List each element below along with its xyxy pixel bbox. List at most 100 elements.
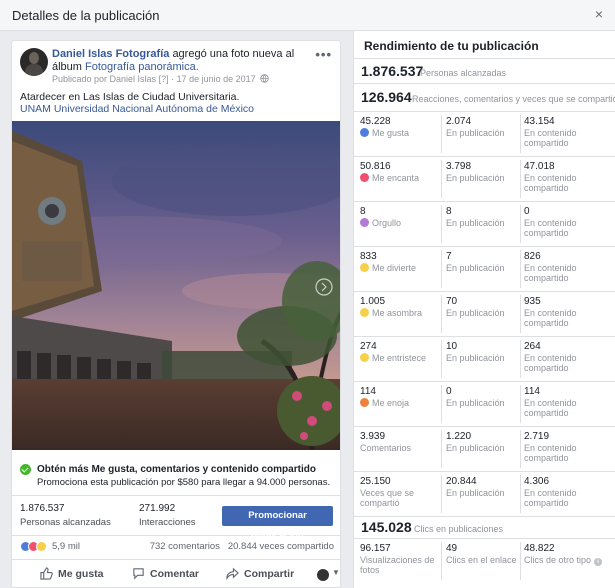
- reactions-count[interactable]: 5,9 mil: [52, 541, 80, 552]
- like-label: Me gusta: [58, 568, 104, 580]
- reaction-total: 3.939: [360, 431, 386, 442]
- reaction-name-text: Veces que se compartió: [360, 488, 415, 508]
- on-shared-label: En contenido compartido: [524, 263, 577, 283]
- album-link[interactable]: Fotografía panorámica.: [85, 61, 199, 73]
- reaction-emoji-icon: [360, 398, 369, 407]
- on-post-value: 7: [446, 251, 452, 262]
- reaction-total: 25.150: [360, 476, 391, 487]
- reaction-emoji-icon: [360, 263, 369, 272]
- on-shared-label: En contenido compartido: [524, 398, 577, 418]
- insights-title: Rendimiento de tu publicación: [364, 39, 539, 53]
- promo-title: Obtén más Me gusta, comentarios y conten…: [37, 464, 316, 475]
- on-shared-label: En contenido compartido: [524, 443, 577, 463]
- caption-link[interactable]: UNAM Universidad Nacional Autónoma de Mé…: [20, 103, 254, 115]
- interactions-value: 271.992: [139, 503, 176, 514]
- on-shared-value: 4.306: [524, 476, 550, 487]
- author-name-link[interactable]: Daniel Islas Fotografía: [52, 48, 169, 60]
- clicks-value: 145.028: [361, 519, 412, 535]
- on-shared-value: 264: [524, 341, 541, 352]
- on-shared-value: 47.018: [524, 161, 555, 172]
- link-clicks-value: 49: [446, 543, 458, 554]
- reactions-summary: 5,9 mil 732 comentarios 20.844 veces com…: [12, 538, 340, 558]
- reaction-total: 114: [360, 386, 376, 397]
- comments-count[interactable]: 732 comentarios: [150, 541, 220, 552]
- post-photo[interactable]: [12, 121, 340, 450]
- post-date[interactable]: 17 de junio de 2017: [177, 74, 256, 84]
- on-shared-label: En contenido compartido: [524, 128, 577, 148]
- info-icon[interactable]: i: [594, 558, 603, 566]
- promote-post-button[interactable]: Promocionar publicación: [222, 506, 333, 541]
- on-post-label: En publicación: [446, 218, 505, 228]
- on-shared-value: 0: [524, 206, 530, 217]
- reaction-name: Me encanta: [360, 173, 438, 183]
- post-meta: Publicado por Daniel Islas [?] · 17 de j…: [52, 74, 269, 84]
- check-icon: [20, 464, 31, 475]
- reaction-row: 1.005 Me asombra 70 En publicación 935 E…: [354, 292, 615, 337]
- reaction-total: 45.228: [360, 116, 391, 127]
- comment-icon: [132, 568, 150, 580]
- on-post-value: 20.844: [446, 476, 477, 487]
- post-card: Daniel Islas Fotografía agregó una foto …: [11, 40, 341, 588]
- share-label: Compartir: [244, 568, 295, 580]
- like-button[interactable]: Me gusta: [40, 567, 104, 580]
- reaction-name-text: Me entristece: [372, 353, 427, 363]
- engagement-value: 126.964: [361, 89, 412, 105]
- reaction-emoji-icon: [360, 353, 369, 362]
- reaction-name: Me entristece: [360, 353, 438, 363]
- on-post-label: En publicación: [446, 263, 505, 273]
- post-stats: 1.876.537 Personas alcanzadas 271.992 In…: [12, 498, 340, 541]
- share-as-avatar[interactable]: [317, 569, 329, 581]
- on-shared-label: En contenido compartido: [524, 173, 577, 193]
- reaction-row: 833 Me divierte 7 En publicación 826 En …: [354, 247, 615, 292]
- reaction-total: 50.816: [360, 161, 391, 172]
- shares-count[interactable]: 20.844 veces compartido: [228, 541, 334, 552]
- on-post-value: 0: [446, 386, 452, 397]
- modal-title: Detalles de la publicación: [12, 8, 160, 23]
- chevron-down-icon[interactable]: ▼: [332, 568, 340, 577]
- share-button[interactable]: Compartir: [226, 567, 294, 580]
- published-help[interactable]: [?]: [159, 74, 169, 84]
- on-post-value: 70: [446, 296, 458, 307]
- reaction-total: 274: [360, 341, 377, 352]
- comment-label: Comentar: [150, 568, 200, 580]
- author-avatar[interactable]: [20, 48, 48, 76]
- insights-reach-value: 1.876.537: [361, 63, 424, 79]
- reaction-name-text: Me encanta: [372, 173, 420, 183]
- on-post-label: En publicación: [446, 398, 505, 408]
- reaction-row: 8 Orgullo 8 En publicación 0 En contenid…: [354, 202, 615, 247]
- reach-label: Personas alcanzadas: [20, 517, 111, 528]
- caption-text: Atardecer en Las Islas de Ciudad Univers…: [20, 91, 240, 103]
- on-post-value: 10: [446, 341, 458, 352]
- post-header: Daniel Islas Fotografía agregó una foto …: [52, 48, 322, 74]
- globe-icon: [258, 74, 269, 84]
- on-shared-label: En contenido compartido: [524, 308, 577, 328]
- insights-reach-label: Personas alcanzadas: [420, 68, 507, 78]
- on-post-label: En publicación: [446, 173, 505, 183]
- engagement-label: Reacciones, comentarios y veces que se c…: [412, 94, 615, 105]
- on-shared-value: 114: [524, 386, 540, 397]
- reaction-name: Comentarios: [360, 443, 438, 453]
- clicks-breakdown: 96.157 Visualizaciones de fotos 49 Clics e…: [354, 539, 615, 580]
- close-button[interactable]: ×: [595, 6, 603, 22]
- reaction-name-text: Me asombra: [372, 308, 423, 318]
- reaction-row: 25.150 Veces que se compartió 20.844 En …: [354, 472, 615, 517]
- insights-panel: Rendimiento de tu publicación 1.876.537 …: [353, 31, 615, 588]
- on-shared-value: 2.719: [524, 431, 550, 442]
- reaction-emoji-icon: [360, 308, 369, 317]
- reaction-name-text: Me enoja: [372, 398, 410, 408]
- on-post-value: 3.798: [446, 161, 472, 172]
- more-options-icon[interactable]: •••: [315, 47, 332, 62]
- comments-shares: 732 comentarios 20.844 veces compartido: [150, 541, 334, 552]
- on-shared-label: En contenido compartido: [524, 488, 577, 508]
- on-shared-value: 43.154: [524, 116, 555, 127]
- reaction-name: Me asombra: [360, 308, 438, 318]
- promo-subtitle: Promociona esta publicación por $580 par…: [37, 477, 331, 488]
- reaction-name: Me divierte: [360, 263, 438, 273]
- reaction-row: 274 Me entristece 10 En publicación 264 …: [354, 337, 615, 382]
- on-post-label: En publicación: [446, 308, 505, 318]
- comment-button[interactable]: Comentar: [132, 567, 199, 580]
- post-details-modal: Detalles de la publicación × Daniel Isla…: [0, 0, 615, 588]
- reaction-total: 833: [360, 251, 377, 262]
- link-clicks-label: Clics en el enlace: [446, 555, 517, 565]
- wow-reaction-icon: [36, 541, 47, 552]
